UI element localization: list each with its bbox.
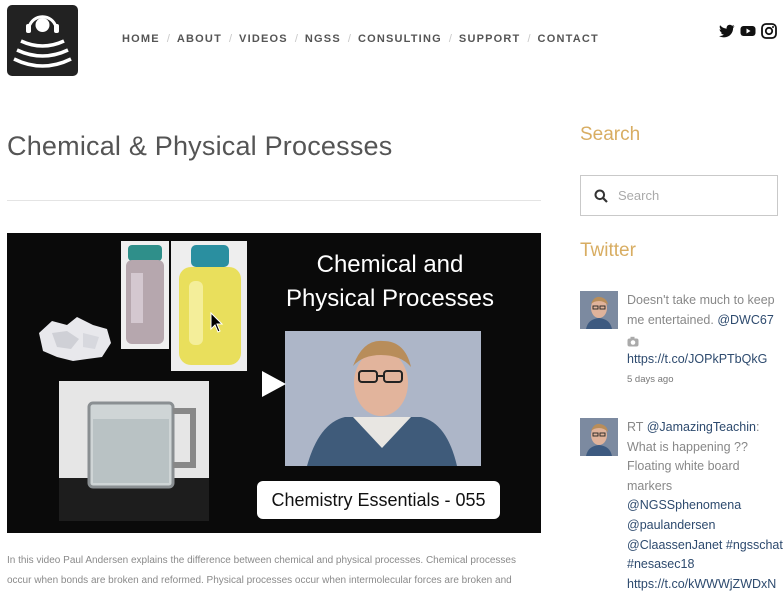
tweet-line: markers	[627, 478, 673, 493]
nav-support[interactable]: SUPPORT	[459, 33, 521, 45]
tweet-link[interactable]: https://t.co/kWWWjZWDxN	[627, 577, 776, 591]
video-description: In this video Paul Andersen explains the…	[7, 551, 537, 591]
crumpled-paper-image	[39, 317, 111, 361]
instagram-icon[interactable]	[761, 23, 777, 39]
tweet-hashtag[interactable]: #nesasec18	[627, 557, 694, 571]
nav-separator: /	[347, 33, 351, 45]
video-player[interactable]: Chemical and Physical Processes Chemistr…	[7, 233, 541, 533]
main-nav: HOME / ABOUT / VIDEOS / NGSS / CONSULTING / S…	[122, 33, 599, 45]
nav-separator: /	[527, 33, 531, 45]
tweet-item: Doesn't take much to keep me entertained…	[580, 291, 784, 391]
search-heading: Search	[580, 124, 641, 145]
play-icon[interactable]	[262, 371, 286, 397]
tweet-item: RT @JamazingTeachin: What is happening ?…	[580, 418, 784, 600]
tweet-text: Doesn't take much to keep me entertained…	[627, 291, 784, 390]
tweet-mention[interactable]: @paulandersen	[627, 518, 715, 532]
nav-separator: /	[294, 33, 298, 45]
nav-consulting[interactable]: CONSULTING	[358, 33, 442, 45]
tweet-rt: RT	[627, 420, 647, 434]
site-logo[interactable]	[7, 5, 78, 76]
title-divider	[7, 200, 541, 201]
video-title-line2: Physical Processes	[285, 285, 495, 312]
page-title: Chemical & Physical Processes	[7, 131, 393, 161]
twitter-icon[interactable]	[719, 23, 735, 39]
beaker-image	[59, 381, 209, 521]
tweet-line: What is happening ??	[627, 439, 748, 454]
tweet-link[interactable]: https://t.co/JOPkPTbQkG	[627, 352, 767, 366]
video-title-line1: Chemical and	[316, 251, 464, 278]
description-line2: occur when bonds are broken and reformed…	[7, 575, 512, 586]
avatar[interactable]	[580, 291, 618, 329]
social-links	[719, 23, 777, 39]
nav-separator: /	[228, 33, 233, 45]
camera-emoji-icon	[627, 334, 639, 347]
tweet-line: Doesn't take much to keep	[627, 293, 775, 307]
presenter-image	[285, 331, 481, 466]
nav-videos[interactable]: VIDEOS	[239, 33, 288, 45]
nav-separator: /	[166, 33, 170, 45]
twitter-heading: Twitter	[580, 240, 636, 261]
nav-contact[interactable]: CONTACT	[538, 33, 599, 45]
nav-ngss[interactable]: NGSS	[305, 33, 341, 45]
tweet-mention[interactable]: @NGSSphenomena	[627, 498, 741, 512]
tweet-colon: :	[755, 420, 760, 434]
search-input[interactable]	[616, 187, 770, 204]
tweet-hashtag[interactable]: #ngsschat	[726, 538, 783, 552]
tweet-time[interactable]: 5 days ago	[627, 374, 673, 385]
tweet-mention[interactable]: @JamazingTeachin	[647, 420, 756, 434]
nav-about[interactable]: ABOUT	[177, 33, 222, 45]
tweet-line: Floating white board	[627, 459, 740, 474]
avatar[interactable]	[580, 418, 618, 456]
youtube-icon[interactable]	[740, 23, 756, 39]
search-box	[580, 175, 778, 216]
tweet-mention[interactable]: @ClaassenJanet	[627, 538, 722, 552]
tweet-line: me entertained.	[627, 312, 718, 327]
nav-separator: /	[448, 33, 452, 45]
nav-home[interactable]: HOME	[122, 33, 160, 45]
logo-graphic	[13, 15, 72, 68]
tweet-mention[interactable]: @DWC67	[717, 313, 773, 327]
jar-image-1	[121, 241, 169, 349]
search-icon	[594, 189, 608, 203]
video-caption: Chemistry Essentials - 055	[257, 481, 500, 519]
description-line1: In this video Paul Andersen explains the…	[7, 555, 516, 566]
jar-image-2	[171, 241, 247, 371]
tweet-text: RT @JamazingTeachin: What is happening ?…	[627, 418, 784, 594]
